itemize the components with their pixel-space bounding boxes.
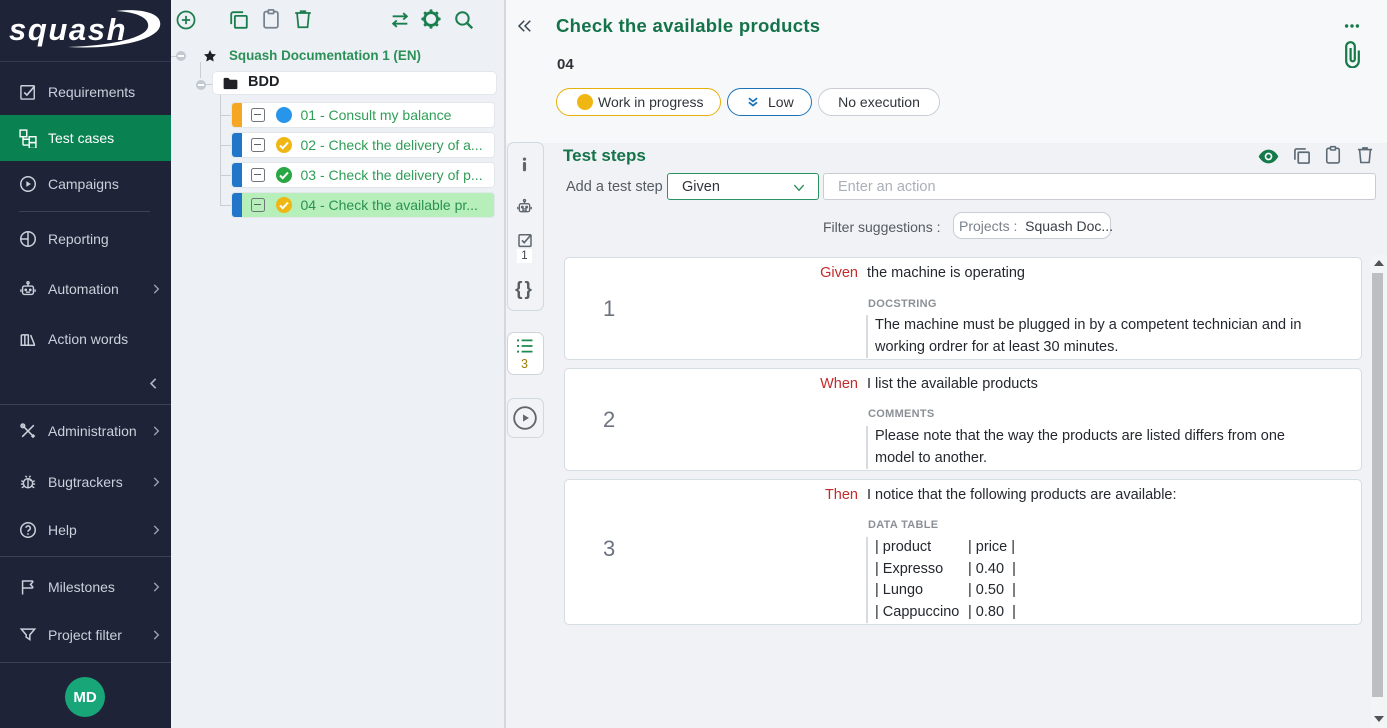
svg-text:squash: squash bbox=[9, 12, 127, 47]
